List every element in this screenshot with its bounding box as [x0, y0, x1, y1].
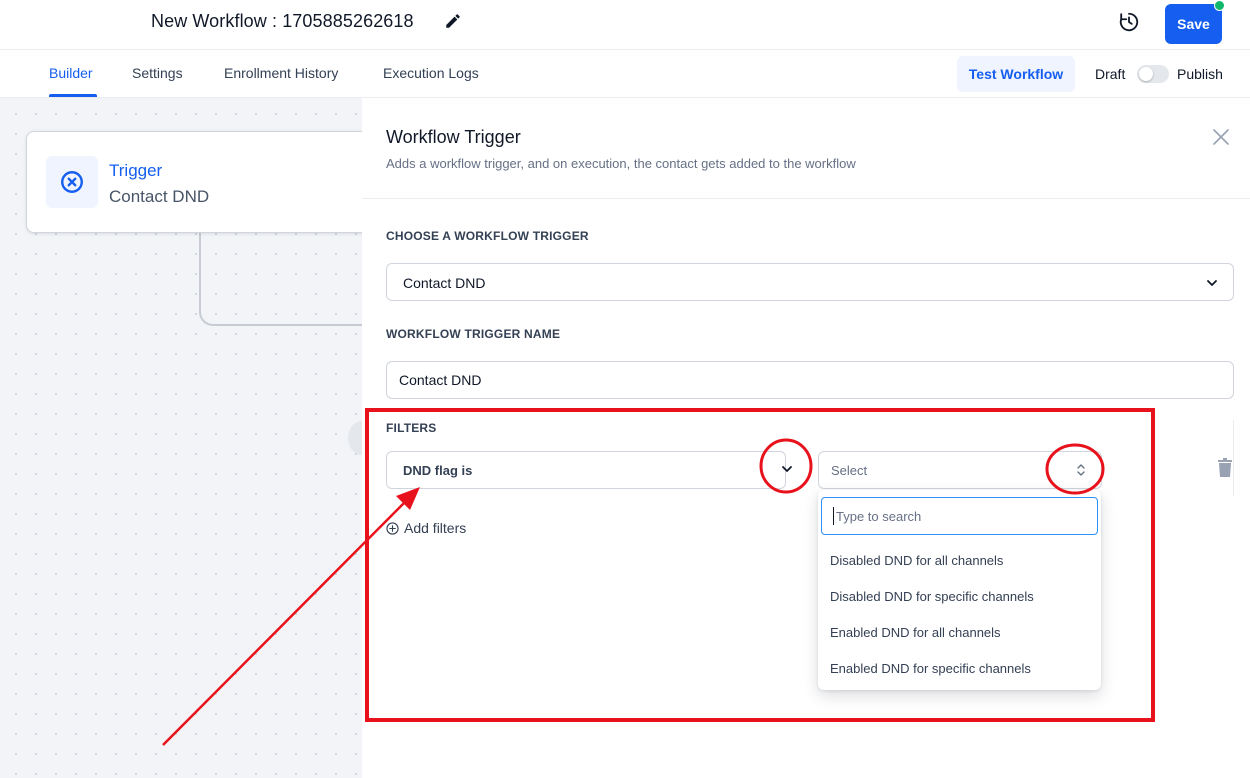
workflow-title: New Workflow : 1705885262618: [151, 11, 414, 31]
trigger-name-input[interactable]: [386, 361, 1234, 399]
trigger-title: Trigger: [109, 161, 163, 180]
connector-line: [199, 230, 362, 326]
trigger-name-label: WORKFLOW TRIGGER NAME: [386, 327, 561, 341]
add-node-handle[interactable]: [348, 421, 362, 455]
filter-value-select[interactable]: Select: [818, 451, 1102, 489]
trigger-type-select[interactable]: Contact DND: [386, 263, 1234, 301]
pencil-icon[interactable]: [444, 12, 462, 30]
trigger-subtitle: Contact DND: [109, 187, 210, 206]
cancel-circle-icon: [61, 171, 83, 193]
add-filters-label: Add filters: [404, 520, 467, 536]
add-filters-button[interactable]: Add filters: [386, 520, 466, 536]
history-icon[interactable]: [1118, 11, 1140, 33]
trigger-icon-box: [46, 156, 98, 208]
filter-field-value: DND flag is: [403, 463, 473, 478]
text-caret: [833, 507, 834, 525]
status-dot: [1214, 0, 1225, 11]
active-tab-indicator: [49, 94, 97, 97]
tab-enrollment-history[interactable]: Enrollment History: [224, 65, 338, 81]
close-icon[interactable]: [1212, 128, 1230, 146]
trigger-node[interactable]: Trigger Contact DND: [26, 131, 362, 233]
top-header: New Workflow : 1705885262618 Save: [0, 0, 1250, 50]
workflow-canvas[interactable]: Trigger Contact DND: [0, 98, 362, 778]
chevron-down-icon: [1207, 280, 1217, 286]
trash-icon[interactable]: [1216, 458, 1234, 478]
draft-label: Draft: [1095, 66, 1126, 82]
save-button[interactable]: Save: [1165, 4, 1222, 44]
tab-builder[interactable]: Builder: [49, 65, 93, 81]
divider: [362, 198, 1250, 199]
chevron-down-icon[interactable]: [780, 462, 794, 476]
trigger-side-panel: Workflow Trigger Adds a workflow trigger…: [362, 98, 1250, 778]
filter-value-dropdown: Disabled DND for all channels Disabled D…: [818, 490, 1101, 690]
tabs-bar: Builder Settings Enrollment History Exec…: [0, 50, 1250, 98]
dropdown-option[interactable]: Disabled DND for all channels: [830, 553, 1003, 568]
filters-label: FILTERS: [386, 421, 437, 435]
dropdown-search-input[interactable]: [821, 497, 1098, 535]
dropdown-option[interactable]: Disabled DND for specific channels: [830, 589, 1034, 604]
panel-description: Adds a workflow trigger, and on executio…: [386, 156, 856, 171]
toggle-knob: [1139, 67, 1153, 81]
selected-trigger: Contact DND: [403, 275, 486, 291]
tab-execution-logs[interactable]: Execution Logs: [383, 65, 479, 81]
publish-label: Publish: [1177, 66, 1223, 82]
filter-value-placeholder: Select: [831, 463, 868, 478]
tab-settings[interactable]: Settings: [132, 65, 183, 81]
dropdown-option[interactable]: Enabled DND for all channels: [830, 625, 1001, 640]
choose-trigger-label: CHOOSE A WORKFLOW TRIGGER: [386, 229, 589, 243]
dropdown-option[interactable]: Enabled DND for specific channels: [830, 661, 1031, 676]
publish-toggle[interactable]: [1137, 65, 1169, 83]
filter-field-select[interactable]: DND flag is: [386, 451, 786, 489]
plus-circle-icon: [386, 521, 399, 535]
sort-updown-icon[interactable]: [1074, 461, 1088, 479]
panel-title: Workflow Trigger: [386, 127, 521, 147]
test-workflow-button[interactable]: Test Workflow: [957, 56, 1075, 92]
